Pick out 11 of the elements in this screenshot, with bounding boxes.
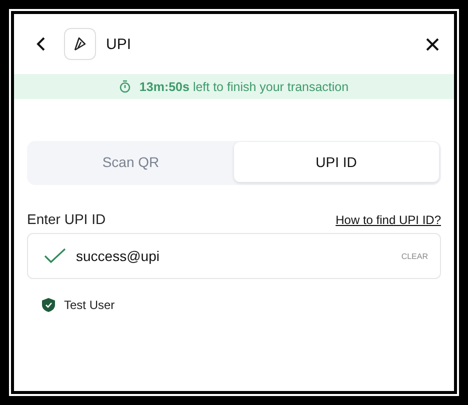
field-label: Enter UPI ID [27, 211, 106, 227]
tab[interactable]: Scan QR [28, 142, 234, 182]
help-link[interactable]: How to find UPI ID? [336, 213, 441, 227]
stopwatch-icon [119, 80, 132, 93]
timer-text: 13m:50s left to finish your transaction [139, 80, 349, 94]
tab[interactable]: UPI ID [234, 142, 439, 182]
window-title: UPI [106, 36, 132, 52]
account-name: Test User [64, 298, 115, 312]
logo-icon [64, 28, 96, 60]
upi-input-field[interactable]: success@upi CLEAR [27, 233, 441, 279]
close-button[interactable] [424, 36, 441, 52]
